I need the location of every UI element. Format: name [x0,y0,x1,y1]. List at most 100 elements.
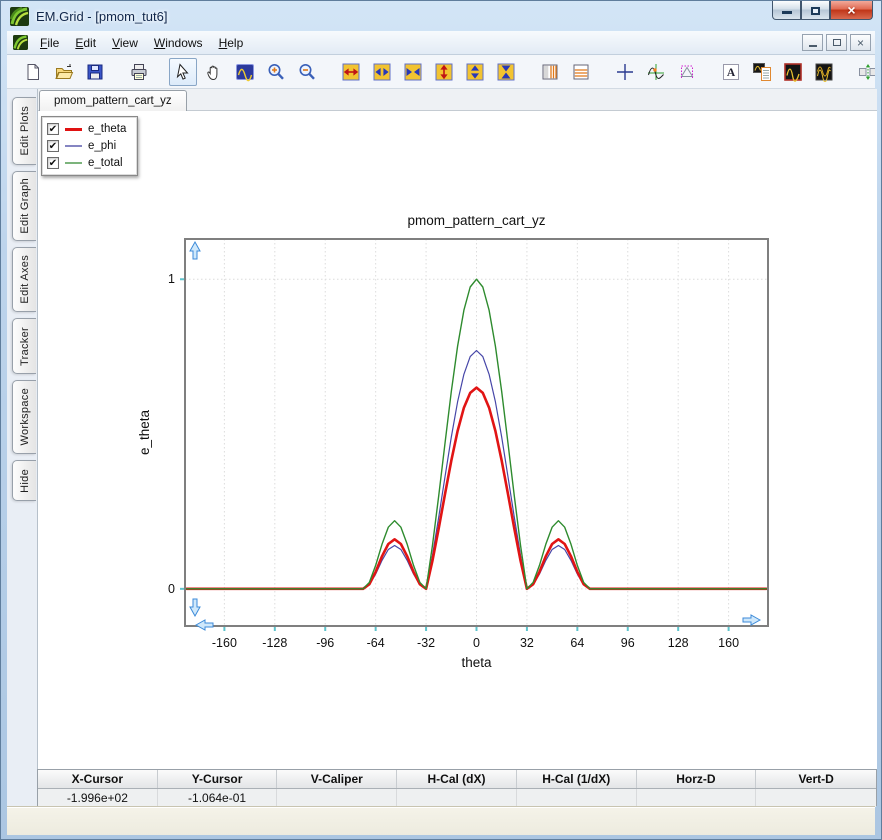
edit-curves-button[interactable] [810,58,838,86]
mdi-minimize-button[interactable] [802,34,823,51]
readout-header-horz-d: Horz-D [637,770,757,788]
sidebar-tab-strip: Edit Plots Edit Graph Edit Axes Tracker Work… [7,89,37,807]
pan-down-arrow-icon[interactable] [189,598,201,618]
zoom-in-button[interactable] [262,58,290,86]
x-tick-label: 128 [668,636,689,650]
plot-workspace: pmom_pattern_cart_yz -160 -128 -96 -64 -32 0 3… [37,89,877,769]
zoom-out-icon [297,62,317,82]
sidebar-tab-label: Workspace [18,388,31,446]
readout-value-4 [517,789,637,807]
x-tick-label: -64 [367,636,385,650]
tab-label: pmom_pattern_cart_yz [54,95,172,107]
horizontal-calipers-button[interactable] [567,58,595,86]
readout-value-5 [637,789,757,807]
mdi-restore-button[interactable] [826,34,847,51]
menu-edit[interactable]: Edit [67,33,104,53]
pan-up-arrow-icon[interactable] [189,240,201,260]
sidebar-tab-hide[interactable]: Hide [12,460,36,501]
menu-windows[interactable]: Windows [146,33,211,53]
window-controls: × [772,1,873,20]
mdi-close-button[interactable]: × [850,34,871,51]
full-extents-x-icon [341,62,361,82]
legend-swatch-e_phi [65,145,82,147]
pan-left-arrow-icon[interactable] [194,619,214,631]
sidebar-tab-edit-axes[interactable]: Edit Axes [12,247,36,312]
full-extents-x-button[interactable] [337,58,365,86]
cursor-readout-table: X-Cursor Y-Cursor V-Caliper H-Cal (dX) H-Cal… [37,769,877,807]
print-button[interactable] [125,58,153,86]
sidebar-tab-label: Edit Graph [18,178,31,234]
minimize-button[interactable] [772,1,801,20]
tab-pmom-pattern-cart-yz[interactable]: pmom_pattern_cart_yz [39,90,187,111]
full-extents-y-button[interactable] [430,58,458,86]
readout-value-1: -1.064e-01 [158,789,278,807]
readout-value-2 [277,789,398,807]
tracker-button[interactable] [642,58,670,86]
shrink-x-icon [403,62,423,82]
title-bar[interactable]: EM.Grid - [pmom_tut6] × [1,1,881,31]
legend-swatch-e_total [65,162,82,164]
expand-y-button[interactable] [461,58,489,86]
legend-label: e_phi [88,140,117,152]
legend-label: e_theta [88,123,127,135]
save-button[interactable] [81,58,109,86]
pan-hand-button[interactable] [200,58,228,86]
edit-legend-icon [752,62,772,82]
menu-view[interactable]: View [104,33,146,53]
sidebar-tab-label: Hide [18,468,31,493]
match-height-button[interactable] [854,58,875,86]
minimize-icon [781,11,792,14]
select-cursor-button[interactable] [169,57,197,86]
y-tick-label: 1 [168,272,175,286]
expand-x-button[interactable] [368,58,396,86]
legend-box: ✔ e_theta ✔ e_phi ✔ e_total [41,116,139,176]
sidebar-tab-edit-plots[interactable]: Edit Plots [12,97,36,165]
add-text-button[interactable]: A [717,58,745,86]
vertical-calipers-button[interactable] [536,58,564,86]
zoom-out-button[interactable] [293,58,321,86]
readout-header-h-cal-dx-: H-Cal (dX) [397,770,517,788]
open-file-button[interactable] [50,58,78,86]
menu-help[interactable]: Help [211,33,252,53]
legend-checkbox-e_phi[interactable]: ✔ [47,140,59,152]
readout-header-x-cursor: X-Cursor [38,770,158,788]
legend-checkbox-e_theta[interactable]: ✔ [47,123,59,135]
legend-checkbox-e_total[interactable]: ✔ [47,157,59,169]
svg-text:A: A [727,67,736,79]
menu-bar: File Edit View Windows Help × [7,31,875,55]
pan-right-arrow-icon[interactable] [742,614,762,626]
sidebar-tab-workspace[interactable]: Workspace [12,380,36,454]
calipers-delta-button[interactable] [673,58,701,86]
sidebar-tab-tracker[interactable]: Tracker [12,318,36,374]
edit-legend-button[interactable] [748,58,776,86]
expand-y-icon [465,62,485,82]
x-tick-label: -128 [262,636,287,650]
close-button[interactable]: × [830,1,873,20]
chart-canvas[interactable]: -160 -128 -96 -64 -32 0 32 64 96 128 160 0 1 pmom_pat… [38,111,878,769]
cross-cursor-button[interactable] [611,58,639,86]
close-icon: × [847,2,856,18]
toolbar: ALayou [7,55,875,89]
shrink-x-button[interactable] [399,58,427,86]
shrink-y-button[interactable] [492,58,520,86]
calipers-delta-icon [677,62,697,82]
status-bar [7,806,875,835]
sidebar-tab-label: Tracker [18,326,31,366]
readout-header-row: X-Cursor Y-Cursor V-Caliper H-Cal (dX) H-Cal… [38,770,876,789]
shrink-y-icon [496,62,516,82]
readout-value-3 [397,789,517,807]
new-document-button[interactable] [19,58,47,86]
menu-file[interactable]: File [32,33,67,53]
sidebar-tab-edit-graph[interactable]: Edit Graph [12,171,36,241]
legend-item-e_theta: ✔ e_theta [47,122,126,136]
plot-navigator-button[interactable] [231,58,259,86]
sidebar-tab-label: Edit Axes [18,255,31,304]
match-height-icon [858,62,875,82]
zoom-in-icon [266,62,286,82]
document-app-icon[interactable] [13,35,28,50]
restore-button[interactable] [801,1,830,20]
edit-curve-button[interactable] [779,58,807,86]
app-icon [10,6,29,26]
x-tick-label: 64 [570,636,584,650]
mdi-minimize-icon [808,45,817,47]
